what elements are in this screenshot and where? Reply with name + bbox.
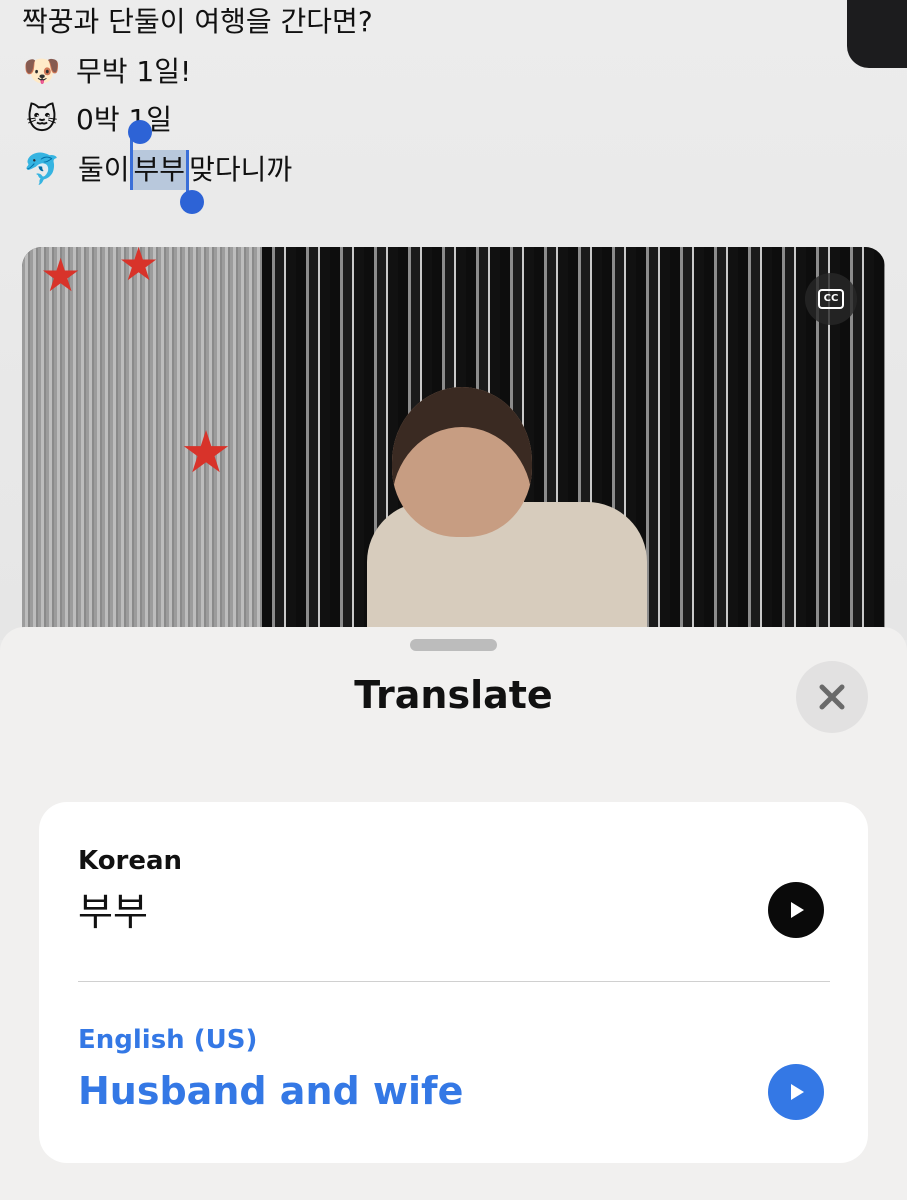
translated-text: Husband and wife	[78, 1069, 464, 1113]
video-sequin-panel: ★ ★ ★	[22, 247, 262, 647]
post-line-text: 0박 1일	[76, 103, 173, 136]
selection-start-handle[interactable]	[128, 120, 152, 144]
star-decoration: ★	[180, 418, 232, 486]
post-content: 짝꿍과 단둘이 여행을 간다면? 🐶 무박 1일! 🐱 0박 1일 🐬 둘이 부…	[0, 0, 907, 647]
source-text: 부부	[78, 890, 148, 934]
sheet-grabber[interactable]	[410, 639, 497, 651]
dog-face-icon: 🐶	[23, 54, 61, 89]
closed-captions-icon: CC	[818, 289, 844, 309]
post-line-text: 무박 1일!	[76, 55, 192, 88]
dolphin-icon: 🐬	[23, 152, 61, 187]
cat-face-icon: 🐱	[26, 102, 58, 137]
source-language-label: Korean	[78, 846, 183, 876]
top-corner-tab	[847, 0, 907, 68]
post-line-heading: 짝꿍과 단둘이 여행을 간다면?	[22, 2, 373, 42]
post-line-text-before: 둘이	[78, 153, 130, 186]
post-line-text: 짝꿍과 단둘이 여행을 간다면?	[22, 5, 373, 38]
star-decoration: ★	[40, 248, 82, 302]
divider	[78, 981, 830, 982]
target-language-label: English (US)	[78, 1025, 258, 1055]
video-person-body	[367, 502, 647, 647]
post-line-text-after: 맞다니까	[189, 153, 293, 186]
sheet-title: Translate	[354, 673, 553, 717]
closed-captions-button[interactable]: CC	[805, 273, 857, 325]
selected-text[interactable]: 부부	[129, 128, 189, 212]
play-source-button[interactable]	[768, 882, 824, 938]
video-player[interactable]: ★ ★ ★ CC	[22, 247, 885, 647]
video-person-head	[392, 387, 532, 537]
play-icon	[791, 902, 804, 918]
post-line-1: 🐶 무박 1일!	[22, 52, 191, 92]
translate-sheet: Translate Korean 부부 English (US) Husband…	[0, 627, 907, 1200]
selection-end-handle[interactable]	[180, 190, 204, 214]
star-decoration: ★	[118, 247, 160, 291]
play-translation-button[interactable]	[768, 1064, 824, 1120]
close-button[interactable]	[796, 661, 868, 733]
close-icon	[819, 684, 845, 710]
post-line-3: 🐬 둘이 부부 맞다니까	[22, 128, 294, 212]
translation-card: Korean 부부 English (US) Husband and wife	[39, 802, 868, 1163]
play-icon	[791, 1084, 804, 1100]
